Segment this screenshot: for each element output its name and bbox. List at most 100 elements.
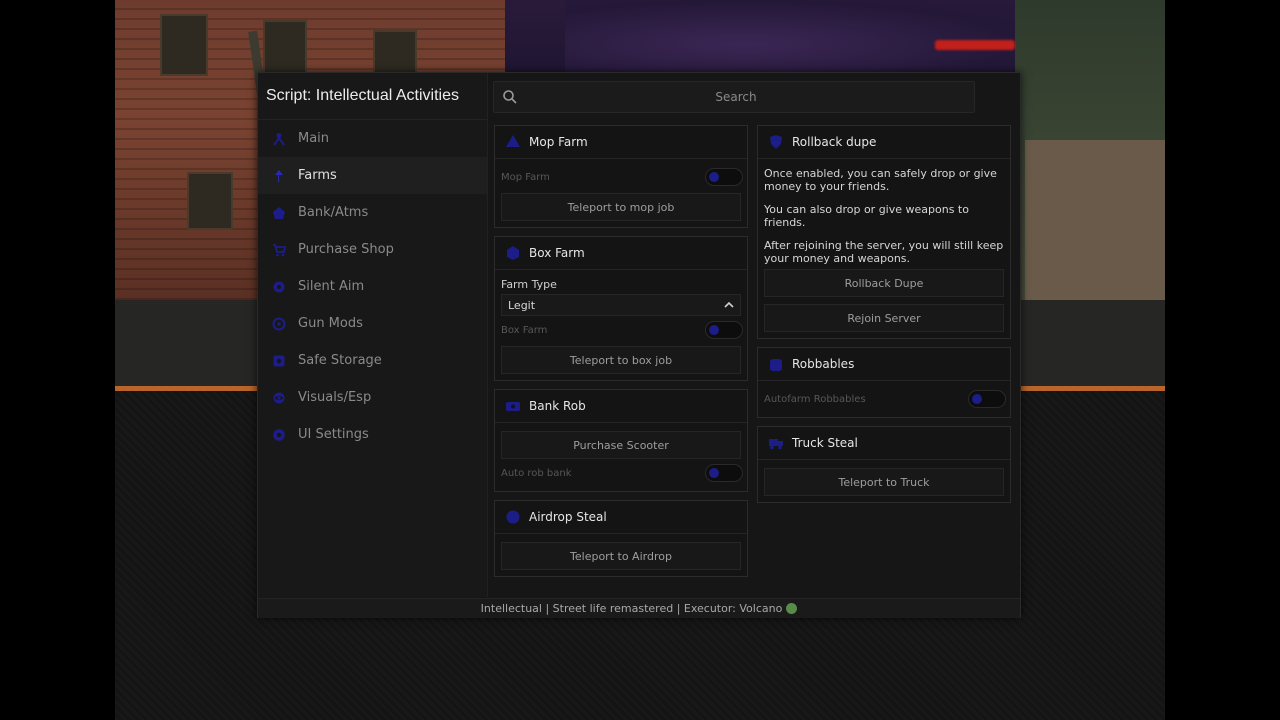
bank-rob-card: Bank Rob Purchase Scooter Auto rob bank [494,389,748,492]
purchase-scooter-button[interactable]: Purchase Scooter [501,431,741,459]
red-light [935,40,1015,50]
status-footer: Intellectual | Street life remastered | … [258,598,1020,618]
status-dot-icon [786,603,798,614]
sidebar-item-purchase-shop[interactable]: Purchase Shop [258,231,487,268]
shield-icon [768,134,784,150]
building-window [160,14,208,76]
toggle-knob [709,325,719,335]
sidebar-item-label: Bank/Atms [298,205,369,220]
footer-text: Intellectual | Street life remastered | … [480,602,783,615]
sidebar-item-ui-settings[interactable]: UI Settings [258,416,487,453]
sidebar-item-label: Main [298,131,330,146]
building-window [187,172,233,230]
card-body: Autofarm Robbables [758,381,1010,417]
rollback-dupe-card: Rollback dupe Once enabled, you can safe… [757,125,1011,339]
sidebar-item-gun-mods[interactable]: Gun Mods [258,305,487,342]
sidebar-item-main[interactable]: Main [258,120,487,157]
teleport-truck-button[interactable]: Teleport to Truck [764,468,1004,496]
robbables-card: Robbables Autofarm Robbables [757,347,1011,418]
sidebar-item-farms[interactable]: Farms [258,157,487,194]
card-title: Box Farm [529,246,585,260]
toggle-label: Mop Farm [501,171,550,183]
sidebar-item-safe-storage[interactable]: Safe Storage [258,342,487,379]
auto-rob-bank-toggle[interactable] [705,464,743,482]
mop-farm-card: Mop Farm Mop Farm Teleport to mop job [494,125,748,228]
chevron-up-icon [724,299,734,312]
sidebar-item-label: Visuals/Esp [298,390,372,405]
airdrop-steal-card: Airdrop Steal Teleport to Airdrop [494,500,748,577]
box-farm-card: Box Farm Farm Type Legit Box Farm Telepo… [494,236,748,381]
sidebar-nav: Main Farms Bank/Atms Purchase Shop Silen… [258,120,487,453]
rollback-description-1: Once enabled, you can safely drop or giv… [764,167,997,193]
teleport-airdrop-button[interactable]: Teleport to Airdrop [501,542,741,570]
toggle-label: Autofarm Robbables [764,393,866,405]
box-icon [505,245,521,261]
bag-icon [768,356,784,372]
pin-icon [270,167,288,185]
window-title: Script: Intellectual Activities [266,87,459,104]
box-farm-toggle-row: Box Farm [501,318,743,342]
card-body: Purchase Scooter Auto rob bank [495,423,747,491]
rollback-dupe-button[interactable]: Rollback Dupe [764,269,1004,297]
autofarm-robbables-toggle[interactable] [968,390,1006,408]
toggle-label: Box Farm [501,324,548,336]
parachute-icon [505,509,521,525]
rejoin-server-button[interactable]: Rejoin Server [764,304,1004,332]
vault-icon [270,352,288,370]
farm-type-label: Farm Type [501,278,557,291]
card-body: Mop Farm Teleport to mop job [495,159,747,227]
toggle-knob [709,172,719,182]
card-header: Box Farm [495,237,747,270]
truck-steal-card: Truck Steal Teleport to Truck [757,426,1011,503]
target-icon [270,315,288,333]
rollback-description-3: After rejoining the server, you will sti… [764,239,1004,265]
cart-icon [270,241,288,259]
truck-icon [768,435,784,451]
bank-icon [270,204,288,222]
card-body: Once enabled, you can safely drop or giv… [758,159,1010,338]
auto-rob-bank-toggle-row: Auto rob bank [501,461,743,485]
sidebar-item-label: Gun Mods [298,316,363,331]
teleport-mop-job-button[interactable]: Teleport to mop job [501,193,741,221]
script-window: Script: Intellectual Activities Main Far… [257,72,1021,618]
right-building-wall [1025,140,1165,300]
mop-farm-toggle[interactable] [705,168,743,186]
sidebar-item-bank-atms[interactable]: Bank/Atms [258,194,487,231]
autofarm-robbables-toggle-row: Autofarm Robbables [764,387,1006,411]
card-title: Mop Farm [529,135,588,149]
eye-icon [270,389,288,407]
sidebar-item-silent-aim[interactable]: Silent Aim [258,268,487,305]
card-body: Farm Type Legit Box Farm Teleport to box… [495,270,747,380]
card-title: Rollback dupe [792,135,877,149]
toggle-knob [709,468,719,478]
sidebar-item-visuals-esp[interactable]: Visuals/Esp [258,379,487,416]
person-icon [270,130,288,148]
teleport-box-job-button[interactable]: Teleport to box job [501,346,741,374]
money-icon [505,398,521,414]
building-window [263,20,307,80]
card-body: Teleport to Airdrop [495,534,747,576]
card-title: Airdrop Steal [529,510,607,524]
toggle-label: Auto rob bank [501,467,572,479]
right-column: Rollback dupe Once enabled, you can safe… [757,125,1011,511]
broom-icon [505,134,521,150]
search-input[interactable] [524,82,948,112]
card-header: Rollback dupe [758,126,1010,159]
sidebar-item-label: UI Settings [298,427,369,442]
card-header: Airdrop Steal [495,501,747,534]
card-body: Teleport to Truck [758,460,1010,502]
box-farm-toggle[interactable] [705,321,743,339]
sidebar-item-label: Safe Storage [298,353,382,368]
sidebar-item-label: Farms [298,168,337,183]
card-header: Bank Rob [495,390,747,423]
card-title: Robbables [792,357,855,371]
card-header: Mop Farm [495,126,747,159]
card-header: Robbables [758,348,1010,381]
search-box[interactable] [493,81,975,113]
crosshair-icon [270,278,288,296]
mop-farm-toggle-row: Mop Farm [501,165,743,189]
card-header: Truck Steal [758,427,1010,460]
farm-type-dropdown[interactable]: Legit [501,294,741,316]
dropdown-value: Legit [508,298,536,312]
search-icon [503,90,517,104]
